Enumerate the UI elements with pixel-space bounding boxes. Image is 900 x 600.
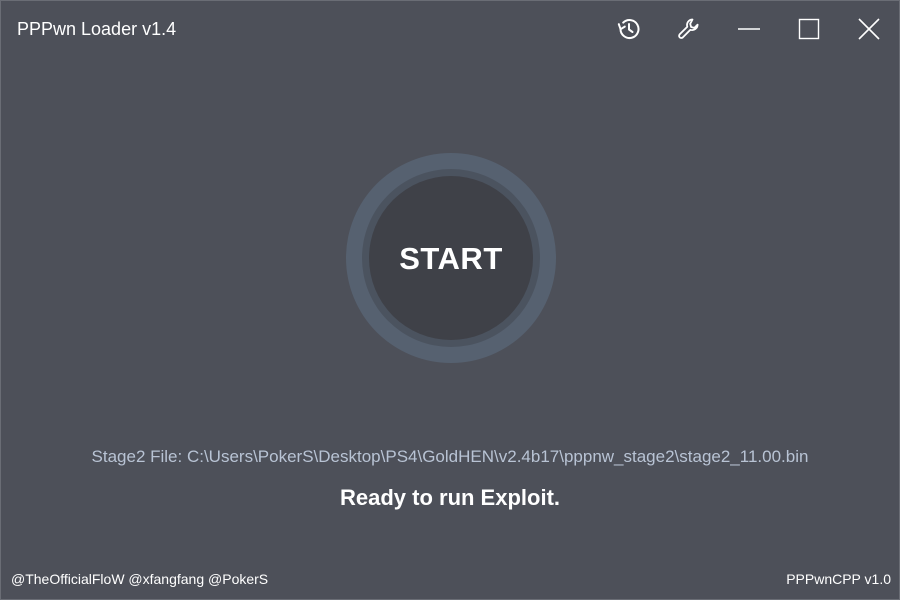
start-button[interactable]: START [369,176,533,340]
version-text: PPPwnCPP v1.0 [786,571,891,587]
status-message: Ready to run Exploit. [339,485,561,510]
maximize-icon [796,16,822,42]
app-window: PPPwn Loader v1.4 START Stage2 File: C:\… [0,0,900,600]
title-bar[interactable]: PPPwn Loader v1.4 [1,1,899,57]
stage2-file-path: Stage2 File: C:\Users\PokerS\Desktop\PS4… [91,447,809,466]
close-button[interactable] [849,10,889,48]
history-button[interactable] [609,10,649,48]
minimize-icon [736,16,762,42]
start-button-ring: START [346,153,556,363]
start-button-label: START [399,241,503,276]
close-icon [856,16,882,42]
settings-button[interactable] [669,10,709,48]
maximize-button[interactable] [789,10,829,48]
minimize-button[interactable] [729,10,769,48]
wrench-icon [676,16,702,42]
window-title: PPPwn Loader v1.4 [17,19,177,39]
history-icon [616,16,642,42]
credits-text: @TheOfficialFloW @xfangfang @PokerS [11,571,269,587]
